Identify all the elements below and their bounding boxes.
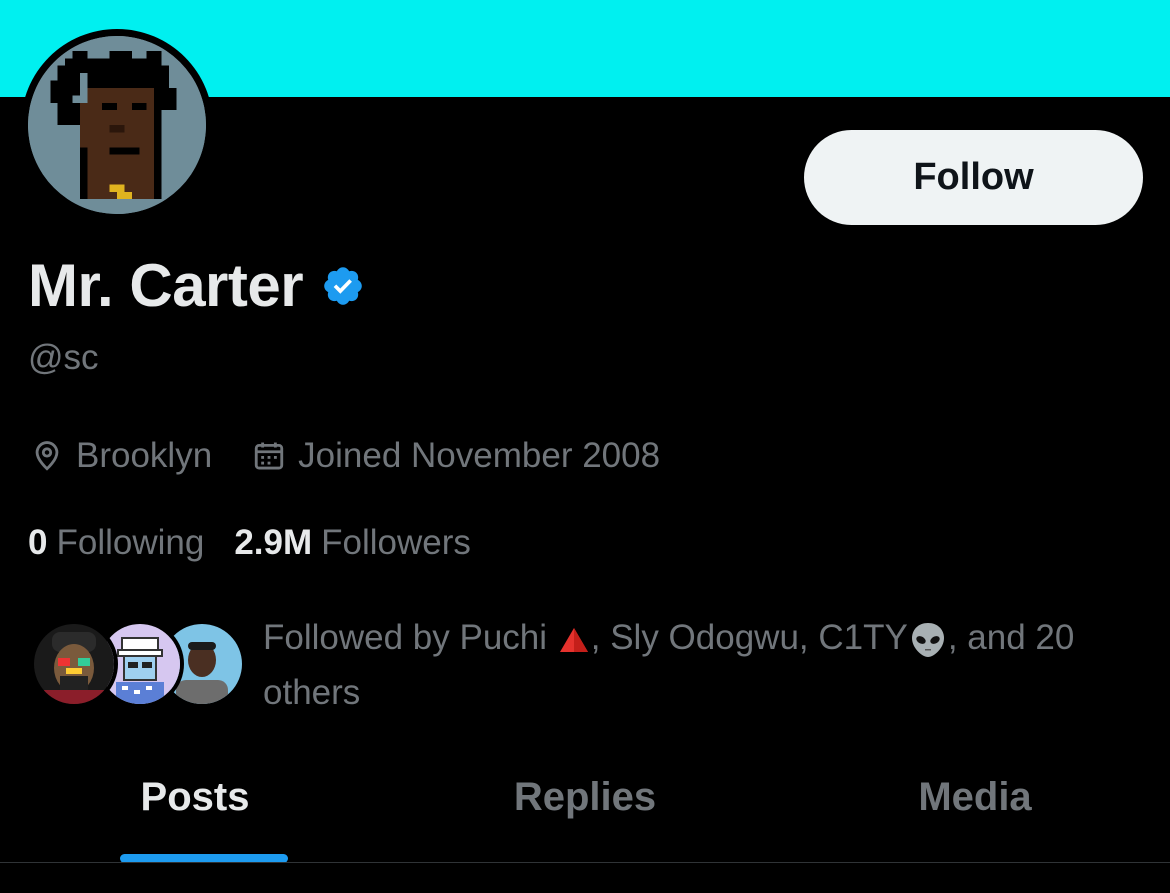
followed-by-prefix: Followed by Puchi	[263, 618, 557, 657]
profile-avatar[interactable]	[21, 29, 213, 221]
tabs-divider	[0, 862, 1170, 863]
followed-by-text[interactable]: Followed by Puchi , Sly Odogwu, C1TY, an…	[263, 610, 1143, 720]
join-date: Joined November 2008	[252, 436, 660, 476]
verified-badge-icon[interactable]	[321, 264, 365, 308]
name-row: Mr. Carter	[28, 251, 365, 320]
followed-by-name2: , Sly Odogwu, C1TY	[590, 618, 908, 657]
followed-by-avatars[interactable]	[30, 620, 246, 710]
display-name: Mr. Carter	[28, 252, 304, 319]
followers-count: 2.9M	[234, 523, 313, 562]
avatar-image	[28, 36, 206, 214]
join-date-text: Joined November 2008	[298, 436, 661, 475]
alien-icon	[911, 622, 944, 657]
following-count: 0	[28, 523, 48, 562]
tab-posts[interactable]: Posts	[0, 755, 390, 863]
profile-meta: Brooklyn Joined November 2008	[30, 436, 660, 476]
location: Brooklyn	[30, 436, 212, 476]
profile-page: Follow Mr. Carter @sc Brooklyn Joined No…	[0, 0, 1170, 893]
follow-button[interactable]: Follow	[804, 130, 1143, 225]
calendar-icon	[255, 442, 284, 470]
follow-stats: 0 Following 2.9M Followers	[28, 523, 471, 563]
location-pin-icon	[35, 441, 59, 471]
following-link[interactable]: 0 Following	[28, 523, 204, 563]
tab-posts-label: Posts	[140, 775, 250, 819]
profile-handle: @sc	[28, 338, 99, 377]
profile-tabs: Posts Replies Media	[0, 755, 1170, 863]
red-triangle-icon	[559, 627, 588, 652]
tab-replies[interactable]: Replies	[390, 755, 780, 863]
follower-avatar-1	[30, 620, 118, 708]
tab-media-label: Media	[918, 775, 1032, 819]
tab-replies-label: Replies	[513, 775, 657, 819]
location-text: Brooklyn	[76, 436, 213, 475]
followers-link[interactable]: 2.9M Followers	[234, 523, 471, 563]
following-label: Following	[56, 523, 205, 562]
followers-label: Followers	[321, 523, 471, 562]
tab-media[interactable]: Media	[780, 755, 1170, 863]
